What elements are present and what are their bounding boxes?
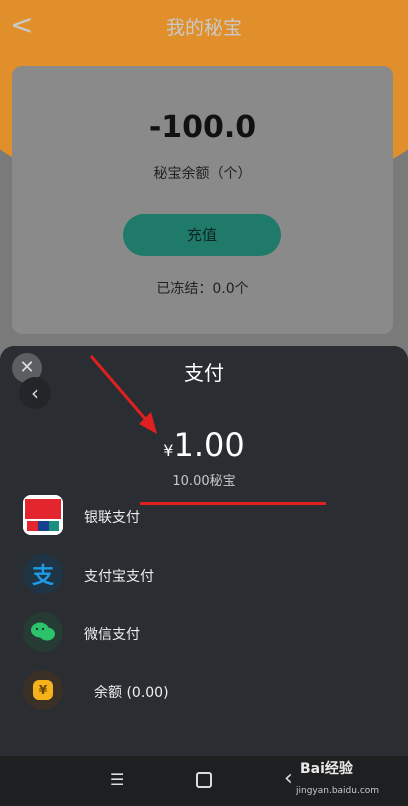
amount-subtitle: 10.00秘宝 (172, 474, 236, 489)
balance-icon: ¥ (23, 670, 63, 710)
payment-method-wechat[interactable]: 微信支付 (0, 608, 408, 660)
balance-value: -100.0 (148, 110, 257, 145)
payment-method-balance[interactable]: ¥ 余额 (0.00) (0, 666, 408, 718)
currency-symbol: ¥ (163, 441, 174, 460)
payment-amount: ¥1.00 (0, 426, 408, 464)
sheet-back-button[interactable]: ‹ (19, 377, 51, 409)
balance-card: -100.0 秘宝余额（个） 充值 已冻结：0.0个 (12, 66, 393, 334)
payment-method-label: 微信支付 (84, 627, 140, 643)
alipay-icon: 支 (23, 554, 63, 594)
balance-label: 秘宝余额（个） (153, 166, 252, 182)
top-bar: < 我的秘宝 (0, 0, 408, 50)
nav-back-icon[interactable]: ‹ (284, 766, 293, 791)
amount-value: 1.00 (173, 426, 245, 464)
red-arrow-annotation (89, 355, 157, 434)
unionpay-icon (23, 495, 63, 535)
payment-method-label: 余额 (0.00) (94, 685, 169, 701)
recharge-button[interactable]: 充值 (123, 214, 281, 256)
payment-method-unionpay[interactable]: 银联支付 (0, 491, 408, 543)
menu-icon[interactable]: ☰ (110, 770, 124, 789)
payment-sheet-title: 支付 (184, 361, 224, 385)
watermark-logo: Bai经验 (300, 761, 353, 777)
watermark-url: jingyan.baidu.com (296, 786, 380, 796)
payment-method-label: 支付宝支付 (84, 569, 154, 585)
wechat-pay-icon (23, 612, 63, 652)
home-icon[interactable] (196, 772, 212, 788)
money-bag-glyph: ¥ (33, 680, 53, 700)
alipay-glyph: 支 (31, 564, 54, 589)
payment-method-alipay[interactable]: 支 支付宝支付 (0, 550, 408, 602)
payment-method-label: 银联支付 (84, 510, 140, 526)
frozen-amount: 已冻结：0.0个 (156, 281, 249, 297)
page-title: 我的秘宝 (165, 17, 242, 39)
